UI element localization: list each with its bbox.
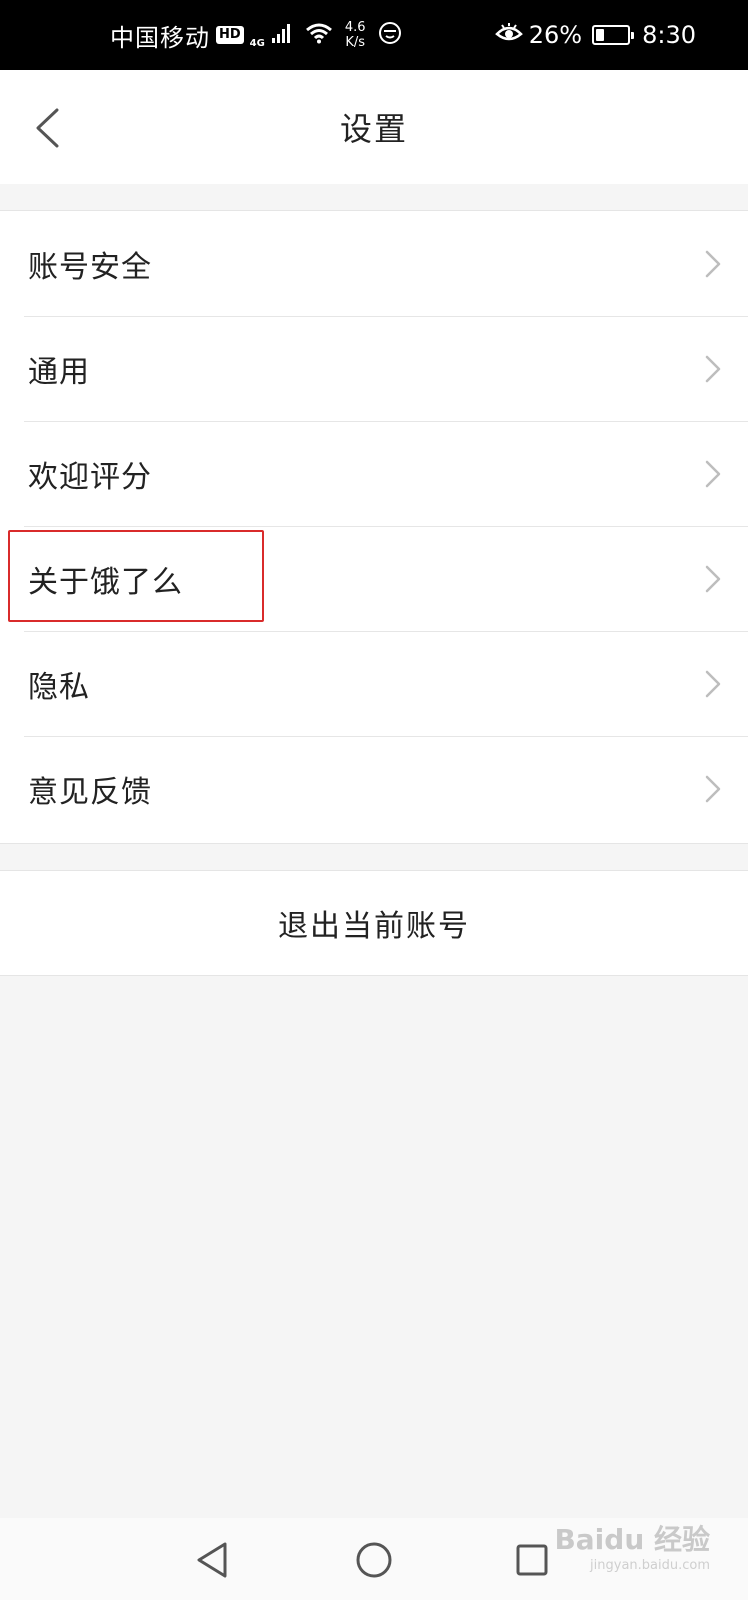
chevron-right-icon	[705, 460, 721, 488]
clock: 8:30	[642, 21, 696, 49]
speed-unit: K/s	[345, 35, 366, 50]
watermark-url: jingyan.baidu.com	[590, 1558, 710, 1573]
menu-item-label: 通用	[28, 354, 90, 390]
status-bar: 中国移动 HD 4G 4.6 K/s 26% 8:30	[0, 0, 748, 70]
watermark-brand: Baidu 经验	[554, 1523, 710, 1556]
nav-home-button[interactable]	[352, 1538, 396, 1582]
status-bar-right: 26% 8:30	[489, 21, 696, 49]
chevron-right-icon	[705, 250, 721, 278]
smiley-notification-icon	[378, 21, 402, 49]
chevron-right-icon	[705, 355, 721, 383]
menu-item-label: 关于饿了么	[28, 564, 183, 600]
page-header: 设置	[0, 70, 748, 184]
chevron-right-icon	[705, 565, 721, 593]
logout-label: 退出当前账号	[278, 909, 470, 944]
triangle-back-icon	[197, 1542, 227, 1578]
menu-item-account-security[interactable]: 账号安全	[0, 211, 748, 316]
chevron-right-icon	[705, 670, 721, 698]
page-title: 设置	[339, 110, 408, 148]
square-recents-icon	[516, 1544, 548, 1576]
wifi-icon	[305, 22, 333, 48]
signal-icon	[271, 22, 293, 48]
nav-recents-button[interactable]	[510, 1538, 554, 1582]
baidu-watermark: Baidu 经验 jingyan.baidu.com	[554, 1518, 710, 1573]
back-button[interactable]	[22, 100, 72, 156]
menu-item-privacy[interactable]: 隐私	[0, 631, 748, 736]
menu-item-rate-app[interactable]: 欢迎评分	[0, 421, 748, 526]
menu-item-label: 账号安全	[28, 249, 152, 285]
speed-value: 4.6	[344, 20, 366, 35]
network-speed: 4.6 K/s	[345, 20, 366, 50]
menu-item-general[interactable]: 通用	[0, 316, 748, 421]
battery-percent: 26%	[528, 21, 583, 49]
back-arrow-icon	[36, 108, 59, 148]
menu-item-feedback[interactable]: 意见反馈	[0, 736, 748, 841]
battery-icon	[592, 25, 635, 45]
network-type: 4G	[249, 37, 265, 49]
hd-badge: HD	[216, 26, 244, 44]
status-bar-left: 中国移动 HD 4G 4.6 K/s	[110, 18, 402, 53]
eye-comfort-icon	[494, 22, 523, 48]
menu-item-label: 欢迎评分	[28, 459, 152, 495]
menu-item-about[interactable]: 关于饿了么	[0, 526, 748, 631]
menu-item-label: 隐私	[28, 669, 90, 705]
menu-item-label: 意见反馈	[28, 774, 152, 810]
settings-menu: 账号安全 通用 欢迎评分 关于饿了么 隐私 意见反馈	[0, 210, 748, 844]
nav-back-button[interactable]	[190, 1538, 234, 1582]
circle-home-icon	[356, 1542, 392, 1578]
chevron-right-icon	[705, 775, 721, 803]
carrier-name: 中国移动	[110, 23, 210, 52]
battery-fill	[596, 29, 605, 41]
logout-button[interactable]: 退出当前账号	[0, 870, 748, 976]
